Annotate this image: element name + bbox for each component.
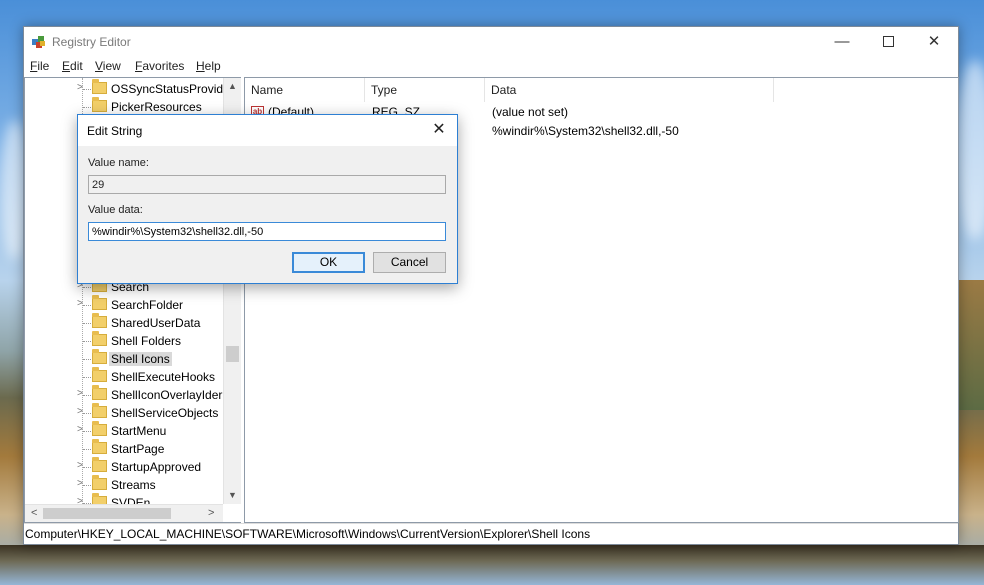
- maximize-button[interactable]: [865, 27, 911, 57]
- tree-item-shelliconoverlayidentifiers[interactable]: > ShellIconOverlayIder: [25, 385, 223, 404]
- scroll-down-icon[interactable]: ▼: [224, 490, 241, 500]
- folder-icon: [92, 367, 107, 382]
- tree-connector: [83, 377, 91, 378]
- expand-icon[interactable]: >: [77, 460, 83, 471]
- column-header-data[interactable]: Data: [485, 78, 774, 102]
- menu-edit[interactable]: Edit: [62, 59, 83, 73]
- expand-icon[interactable]: >: [77, 82, 83, 93]
- tree-item-searchfolder[interactable]: > SearchFolder: [25, 295, 221, 314]
- expand-icon[interactable]: >: [77, 406, 83, 417]
- tree-item-label: StartPage: [111, 442, 165, 456]
- tree-connector: [83, 413, 91, 414]
- tree-item-shareduserdata[interactable]: SharedUserData: [25, 313, 221, 332]
- dialog-title: Edit String: [87, 124, 143, 138]
- tree-item-startupapproved[interactable]: > StartupApproved: [25, 457, 221, 476]
- registry-editor-window: Registry Editor — ✕ File Edit View Favor…: [23, 26, 959, 545]
- tree-horizontal-scrollbar[interactable]: < >: [25, 504, 223, 522]
- folder-icon: [92, 403, 107, 418]
- value-data-label: Value data:: [88, 204, 143, 216]
- tree-item-shell-icons[interactable]: Shell Icons: [25, 349, 221, 368]
- scroll-right-icon[interactable]: >: [208, 507, 214, 519]
- menu-bar: File Edit View Favorites Help: [24, 57, 958, 77]
- folder-icon: [92, 79, 107, 94]
- tree-item-startmenu[interactable]: > StartMenu: [25, 421, 221, 440]
- tree-connector: [83, 107, 91, 108]
- wallpaper-cloud: [955, 60, 984, 240]
- column-header-name[interactable]: Name: [245, 78, 365, 102]
- value-name-field[interactable]: [88, 175, 446, 194]
- tree-item-shellserviceobjects[interactable]: > ShellServiceObjects: [25, 403, 221, 422]
- tree-item-label: PickerResources: [111, 100, 202, 114]
- tree-connector: [83, 449, 91, 450]
- tree-item-label: ShellServiceObjects: [111, 406, 219, 420]
- wallpaper-hill: [955, 280, 984, 410]
- wallpaper-ground: [0, 545, 984, 585]
- tree-item-label: OSSyncStatusProvide: [111, 82, 230, 96]
- menu-help[interactable]: Help: [196, 59, 221, 73]
- tree-connector: [83, 467, 91, 468]
- window-title: Registry Editor: [52, 35, 131, 49]
- tree-item-streams[interactable]: > Streams: [25, 475, 221, 494]
- tree-item-label: SearchFolder: [111, 298, 184, 312]
- close-button[interactable]: ✕: [911, 27, 957, 57]
- tree-item-label: Shell Folders: [111, 334, 182, 348]
- tree-item-label: Shell Icons: [109, 352, 172, 366]
- tree-item-label: ShellIconOverlayIder: [111, 388, 223, 402]
- tree-item-label: StartupApproved: [111, 460, 202, 474]
- expand-icon[interactable]: >: [77, 298, 83, 309]
- tree-item-label: StartMenu: [111, 424, 167, 438]
- value-data-field[interactable]: [88, 222, 446, 241]
- tree-connector: [83, 323, 91, 324]
- tree-connector: [83, 341, 91, 342]
- dialog-close-button[interactable]: ✕: [428, 119, 450, 141]
- tree-connector: [83, 305, 91, 306]
- tree-connector: [83, 395, 91, 396]
- cancel-button[interactable]: Cancel: [373, 252, 446, 273]
- status-bar-path: Computer\HKEY_LOCAL_MACHINE\SOFTWARE\Mic…: [24, 523, 958, 544]
- value-data: (value not set): [492, 105, 569, 119]
- tree-connector: [83, 89, 91, 90]
- tree-item-ossyncstatusprovider[interactable]: > OSSyncStatusProvide: [25, 79, 230, 98]
- tree-connector: [83, 359, 91, 360]
- edit-string-dialog: Edit String ✕ Value name: Value data: OK…: [77, 114, 458, 284]
- minimize-button[interactable]: —: [819, 27, 865, 57]
- dialog-title-bar[interactable]: Edit String ✕: [78, 115, 457, 146]
- menu-file[interactable]: File: [30, 59, 49, 73]
- tree-connector: [83, 287, 91, 288]
- folder-icon: [92, 97, 107, 112]
- tree-connector: [83, 485, 91, 486]
- expand-icon[interactable]: >: [77, 424, 83, 435]
- scroll-thumb[interactable]: [43, 508, 171, 519]
- folder-icon: [92, 295, 107, 310]
- ok-button[interactable]: OK: [292, 252, 365, 273]
- value-data: %windir%\System32\shell32.dll,-50: [492, 124, 679, 138]
- folder-icon: [92, 313, 107, 328]
- title-bar[interactable]: Registry Editor — ✕: [24, 27, 958, 57]
- folder-icon: [92, 385, 107, 400]
- folder-icon: [92, 331, 107, 346]
- scroll-up-icon[interactable]: ▲: [224, 81, 241, 91]
- folder-icon: [92, 349, 107, 364]
- tree-item-shellexecutehooks[interactable]: ShellExecuteHooks: [25, 367, 221, 386]
- registry-editor-icon: [32, 36, 45, 48]
- column-header-type[interactable]: Type: [365, 78, 485, 102]
- scroll-left-icon[interactable]: <: [31, 507, 37, 519]
- scroll-thumb[interactable]: [226, 346, 239, 362]
- menu-view[interactable]: View: [95, 59, 121, 73]
- tree-connector: [83, 431, 91, 432]
- tree-item-shell-folders[interactable]: Shell Folders: [25, 331, 221, 350]
- tree-item-label: SharedUserData: [111, 316, 201, 330]
- menu-favorites[interactable]: Favorites: [135, 59, 184, 73]
- folder-icon: [92, 439, 107, 454]
- maximize-icon: [882, 35, 894, 47]
- folder-icon: [92, 421, 107, 436]
- value-name-label: Value name:: [88, 157, 149, 169]
- tree-item-label: ShellExecuteHooks: [111, 370, 216, 384]
- expand-icon[interactable]: >: [77, 388, 83, 399]
- folder-icon: [92, 457, 107, 472]
- tree-item-startpage[interactable]: StartPage: [25, 439, 221, 458]
- tree-item-label: Streams: [111, 478, 156, 492]
- expand-icon[interactable]: >: [77, 478, 83, 489]
- folder-icon: [92, 475, 107, 490]
